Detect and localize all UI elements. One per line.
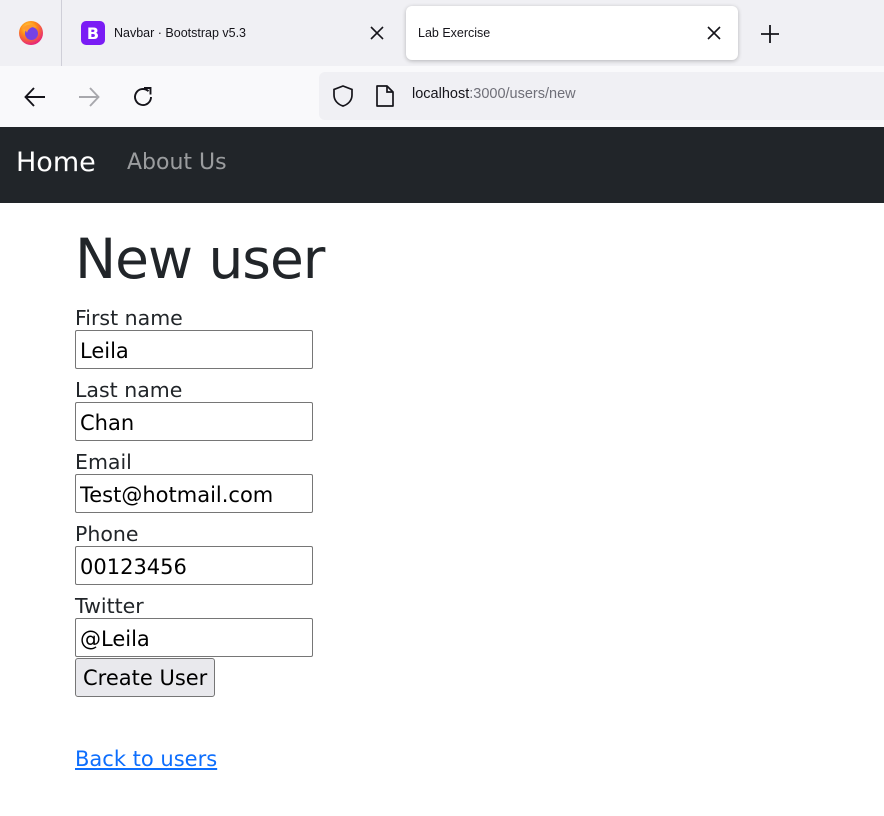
email-label: Email [75, 450, 132, 474]
close-icon[interactable] [367, 23, 387, 43]
twitter-input[interactable] [75, 618, 313, 657]
page-title: New user [75, 227, 325, 291]
site-navbar: Home About Us [0, 127, 884, 203]
tab-lab-exercise[interactable]: Lab Exercise [406, 6, 738, 60]
page-content: New user First name Last name Email Phon… [75, 227, 325, 697]
navbar-brand-home[interactable]: Home [16, 147, 96, 178]
back-to-users-link[interactable]: Back to users [75, 747, 217, 771]
tab-title: Navbar · Bootstrap v5.3 [114, 26, 247, 40]
browser-toolbar: localhost:3000/users/new [0, 66, 884, 127]
last-name-label: Last name [75, 378, 183, 402]
firefox-logo-icon[interactable] [0, 0, 62, 66]
nav-link-about-us[interactable]: About Us [127, 150, 227, 175]
tab-navbar-bootstrap[interactable]: B Navbar · Bootstrap v5.3 [63, 0, 399, 66]
phone-label: Phone [75, 522, 139, 546]
new-user-form: First name Last name Email Phone Twitter… [75, 306, 324, 697]
plus-icon[interactable] [756, 20, 784, 48]
back-arrow-icon[interactable] [21, 83, 49, 111]
page-icon[interactable] [374, 84, 396, 108]
twitter-label: Twitter [75, 594, 144, 618]
first-name-label: First name [75, 306, 183, 330]
email-input[interactable] [75, 474, 313, 513]
forward-arrow-icon[interactable] [75, 83, 103, 111]
url-host: localhost [412, 86, 470, 102]
bootstrap-favicon-icon: B [81, 21, 105, 45]
reload-icon[interactable] [129, 83, 157, 111]
phone-input[interactable] [75, 546, 313, 585]
tab-title: Lab Exercise [418, 26, 491, 40]
last-name-input[interactable] [75, 402, 313, 441]
create-user-button[interactable]: Create User [75, 658, 216, 697]
url-bar[interactable]: localhost:3000/users/new [319, 72, 884, 120]
shield-icon[interactable] [331, 84, 355, 108]
url-path: :3000/users/new [469, 86, 576, 102]
browser-tab-strip: B Navbar · Bootstrap v5.3 Lab Exercise [0, 0, 884, 66]
close-icon[interactable] [704, 23, 724, 43]
url-text[interactable]: localhost:3000/users/new [412, 86, 576, 102]
first-name-input[interactable] [75, 330, 313, 369]
